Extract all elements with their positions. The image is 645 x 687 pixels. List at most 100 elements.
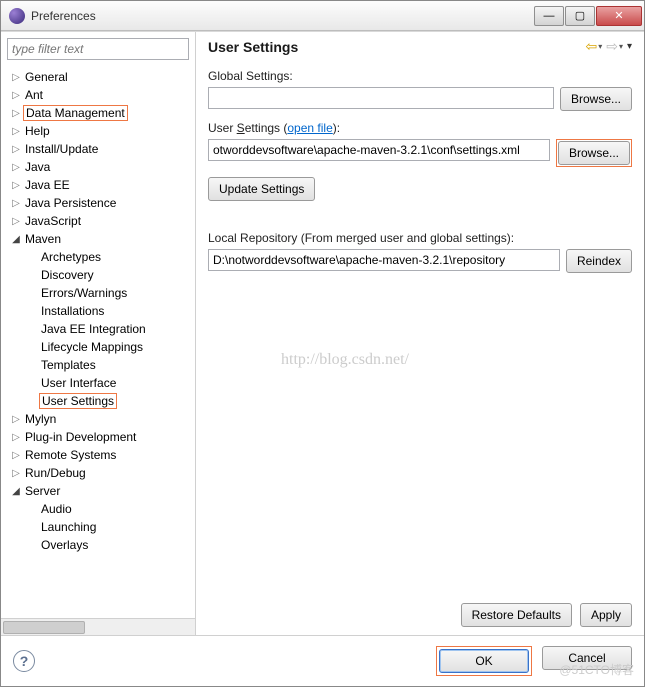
user-settings-label: User Settings (open file):	[208, 121, 632, 135]
arrow-right-icon[interactable]: ▷	[9, 216, 23, 227]
arrow-right-icon[interactable]: ▷	[9, 450, 23, 461]
tree-item-label: Lifecycle Mappings	[39, 340, 145, 354]
tree-item-remote-systems[interactable]: ▷Remote Systems	[1, 446, 195, 464]
arrow-right-icon[interactable]: ▷	[9, 144, 23, 155]
restore-defaults-button[interactable]: Restore Defaults	[461, 603, 572, 627]
local-repo-input[interactable]	[208, 249, 560, 271]
user-browse-button[interactable]: Browse...	[558, 141, 630, 165]
tree-item-audio[interactable]: Audio	[1, 500, 195, 518]
tree-item-user-interface[interactable]: User Interface	[1, 374, 195, 392]
main-panel: User Settings ⇦▾ ⇨▾ ▾ Global Settings: B…	[196, 32, 644, 635]
tree-item-help[interactable]: ▷Help	[1, 122, 195, 140]
arrow-right-icon[interactable]: ▷	[9, 72, 23, 83]
reindex-button[interactable]: Reindex	[566, 249, 632, 273]
tree-item-label: Java EE	[23, 178, 72, 192]
window-title: Preferences	[31, 9, 534, 23]
tree-item-java-ee-integration[interactable]: Java EE Integration	[1, 320, 195, 338]
tree-item-java-persistence[interactable]: ▷Java Persistence	[1, 194, 195, 212]
apply-button[interactable]: Apply	[580, 603, 632, 627]
arrow-right-icon[interactable]: ▷	[9, 414, 23, 425]
tree-item-label: Errors/Warnings	[39, 286, 129, 300]
arrow-right-icon[interactable]: ▷	[9, 198, 23, 209]
tree-item-label: Installations	[39, 304, 106, 318]
tree-item-label: Remote Systems	[23, 448, 118, 462]
tree-item-label: Help	[23, 124, 52, 138]
tree-item-label: User Settings	[39, 393, 117, 409]
local-repo-label: Local Repository (From merged user and g…	[208, 231, 632, 245]
tree-item-label: Install/Update	[23, 142, 100, 156]
tree-item-label: Discovery	[39, 268, 96, 282]
arrow-right-icon[interactable]: ▷	[9, 108, 23, 119]
tree-item-templates[interactable]: Templates	[1, 356, 195, 374]
tree-item-install-update[interactable]: ▷Install/Update	[1, 140, 195, 158]
tree-item-label: Java EE Integration	[39, 322, 148, 336]
tree-item-launching[interactable]: Launching	[1, 518, 195, 536]
tree-item-user-settings[interactable]: User Settings	[1, 392, 195, 410]
arrow-right-icon[interactable]: ▷	[9, 180, 23, 191]
global-settings-label: Global Settings:	[208, 69, 632, 83]
tree-item-lifecycle-mappings[interactable]: Lifecycle Mappings	[1, 338, 195, 356]
tree-item-errors-warnings[interactable]: Errors/Warnings	[1, 284, 195, 302]
tree-item-label: Server	[23, 484, 62, 498]
back-button[interactable]: ⇦▾	[585, 38, 602, 55]
tree-item-label: Java	[23, 160, 52, 174]
arrow-right-icon[interactable]: ▷	[9, 162, 23, 173]
tree-item-label: User Interface	[39, 376, 118, 390]
maximize-button[interactable]: ▢	[565, 6, 595, 26]
sidebar: ▷General▷Ant▷Data Management▷Help▷Instal…	[1, 32, 196, 635]
tree-item-maven[interactable]: ◢Maven	[1, 230, 195, 248]
minimize-button[interactable]: —	[534, 6, 564, 26]
arrow-down-icon[interactable]: ◢	[9, 486, 23, 497]
arrow-down-icon[interactable]: ◢	[9, 234, 23, 245]
horizontal-scrollbar[interactable]	[1, 618, 195, 635]
tree-item-overlays[interactable]: Overlays	[1, 536, 195, 554]
preferences-tree[interactable]: ▷General▷Ant▷Data Management▷Help▷Instal…	[1, 66, 195, 618]
global-browse-button[interactable]: Browse...	[560, 87, 632, 111]
page-title: User Settings	[208, 39, 585, 55]
close-button[interactable]: ✕	[596, 6, 642, 26]
tree-item-discovery[interactable]: Discovery	[1, 266, 195, 284]
arrow-right-icon[interactable]: ▷	[9, 90, 23, 101]
tree-item-label: General	[23, 70, 70, 84]
tree-item-label: Data Management	[23, 105, 128, 121]
tree-item-label: Launching	[39, 520, 98, 534]
tree-item-server[interactable]: ◢Server	[1, 482, 195, 500]
tree-item-plug-in-development[interactable]: ▷Plug-in Development	[1, 428, 195, 446]
tree-item-ant[interactable]: ▷Ant	[1, 86, 195, 104]
arrow-right-icon[interactable]: ▷	[9, 126, 23, 137]
tree-item-java[interactable]: ▷Java	[1, 158, 195, 176]
titlebar: Preferences — ▢ ✕	[1, 1, 644, 31]
tree-item-label: Maven	[23, 232, 63, 246]
tree-item-javascript[interactable]: ▷JavaScript	[1, 212, 195, 230]
cancel-button[interactable]: Cancel	[542, 646, 632, 670]
tree-item-label: Ant	[23, 88, 45, 102]
tree-item-mylyn[interactable]: ▷Mylyn	[1, 410, 195, 428]
ok-button[interactable]: OK	[439, 649, 529, 673]
app-icon	[9, 8, 25, 24]
tree-item-data-management[interactable]: ▷Data Management	[1, 104, 195, 122]
window-controls: — ▢ ✕	[534, 6, 642, 26]
filter-input[interactable]	[7, 38, 189, 60]
tree-item-label: Java Persistence	[23, 196, 118, 210]
tree-item-installations[interactable]: Installations	[1, 302, 195, 320]
tree-item-label: Mylyn	[23, 412, 58, 426]
update-settings-button[interactable]: Update Settings	[208, 177, 315, 201]
tree-item-label: Templates	[39, 358, 98, 372]
forward-button[interactable]: ⇨▾	[606, 38, 623, 55]
view-menu-button[interactable]: ▾	[627, 41, 632, 52]
tree-item-label: Archetypes	[39, 250, 103, 264]
tree-item-java-ee[interactable]: ▷Java EE	[1, 176, 195, 194]
tree-item-general[interactable]: ▷General	[1, 68, 195, 86]
arrow-right-icon[interactable]: ▷	[9, 432, 23, 443]
help-icon[interactable]: ?	[13, 650, 35, 672]
global-settings-input[interactable]	[208, 87, 554, 109]
dialog-footer: ? OK Cancel	[1, 635, 644, 686]
user-settings-input[interactable]	[208, 139, 550, 161]
tree-item-label: JavaScript	[23, 214, 83, 228]
tree-item-run-debug[interactable]: ▷Run/Debug	[1, 464, 195, 482]
tree-item-archetypes[interactable]: Archetypes	[1, 248, 195, 266]
arrow-right-icon[interactable]: ▷	[9, 468, 23, 479]
tree-item-label: Plug-in Development	[23, 430, 138, 444]
open-file-link[interactable]: open file	[287, 121, 332, 135]
tree-item-label: Run/Debug	[23, 466, 88, 480]
